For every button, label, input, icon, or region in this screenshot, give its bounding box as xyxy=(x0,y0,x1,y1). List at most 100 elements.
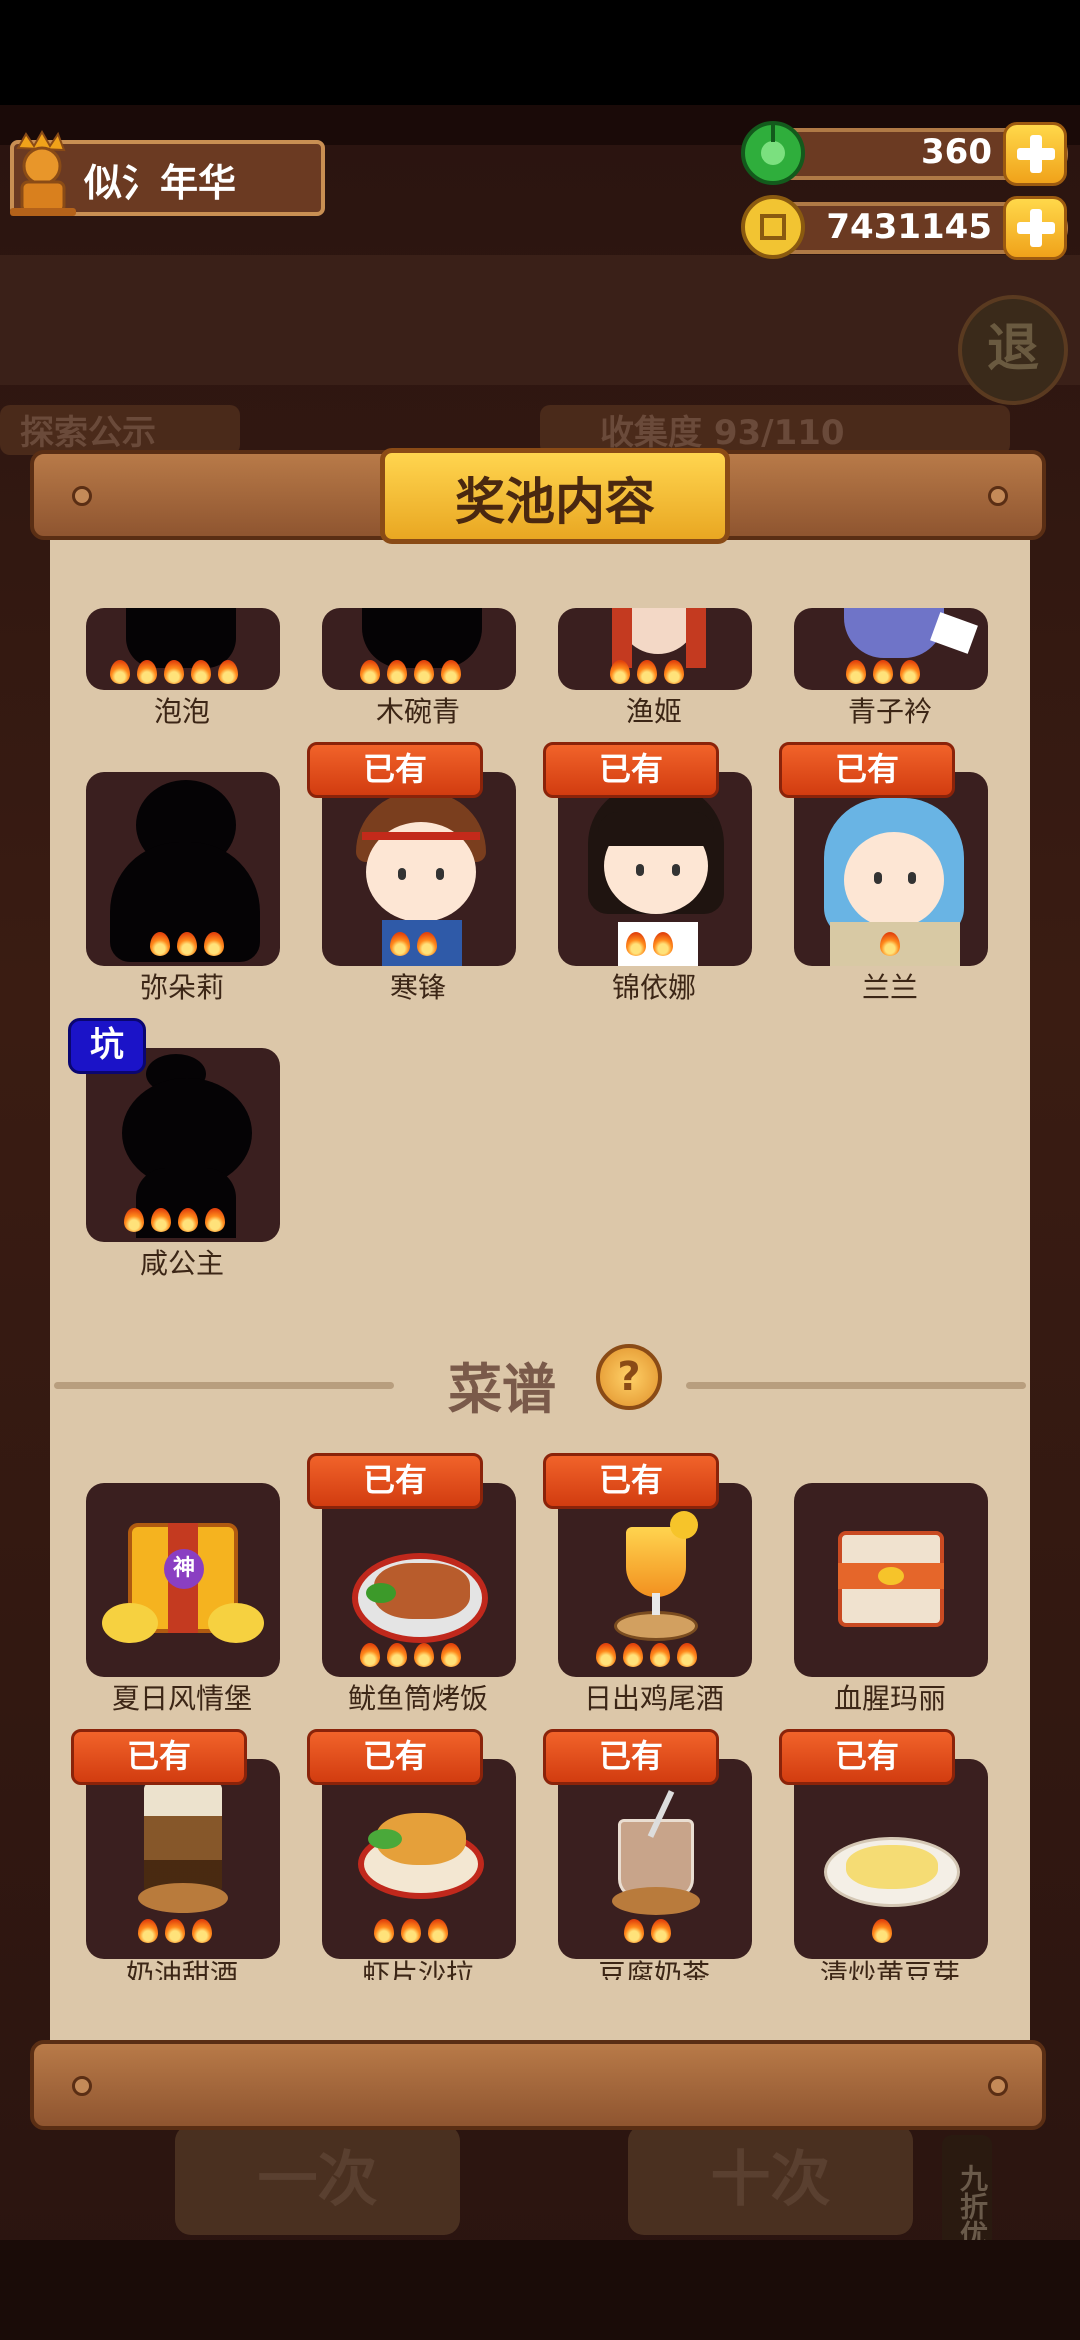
ten-draw-button[interactable]: 十次 xyxy=(628,2125,913,2235)
recipe-name: 鱿鱼筒烤饭 xyxy=(347,1682,488,1715)
player-name: 似氵年华 xyxy=(84,161,237,205)
jade-icon xyxy=(738,118,808,188)
recipe-card[interactable] xyxy=(558,1483,752,1677)
flame-icon xyxy=(399,1915,424,1945)
flame-icon xyxy=(136,1915,161,1945)
player-avatar-icon[interactable] xyxy=(4,128,82,218)
coin-count: 7431145 xyxy=(826,207,992,247)
flame-icon xyxy=(385,656,410,686)
character-card[interactable] xyxy=(558,608,752,690)
flame-icon xyxy=(648,1639,673,1669)
flame-icon xyxy=(372,1915,397,1945)
owned-badge: 已有 xyxy=(71,1729,247,1785)
nail-icon xyxy=(988,2076,1008,2096)
dialog-title: 奖池内容 xyxy=(455,473,655,531)
nail-icon xyxy=(72,486,92,506)
character-name: 兰兰 xyxy=(861,971,918,1004)
flame-icon xyxy=(148,928,173,958)
recipe-card[interactable] xyxy=(794,1483,988,1677)
flame-icon xyxy=(108,656,133,686)
flame-icon xyxy=(388,928,413,958)
character-card[interactable] xyxy=(86,608,280,690)
owned-badge: 已有 xyxy=(543,742,719,798)
owned-badge: 已有 xyxy=(307,1729,483,1785)
character-card[interactable] xyxy=(322,608,516,690)
character-card[interactable] xyxy=(322,772,516,966)
flame-icon xyxy=(385,1639,410,1669)
flame-icon xyxy=(412,1639,437,1669)
prize-pool-dialog: 泡泡 木碗青 渔姬 青子衿 弥朵莉 已有 寒锋 已有 锦依娜 已有 兰兰 坑 咸… xyxy=(50,540,1030,2060)
flame-icon xyxy=(358,656,383,686)
flame-icon xyxy=(190,1915,215,1945)
add-coins-button[interactable] xyxy=(1003,196,1067,260)
bottom-strip xyxy=(0,2240,1080,2340)
recipe-name: 血腥玛丽 xyxy=(833,1682,946,1715)
flame-icon xyxy=(358,1639,383,1669)
single-draw-button[interactable]: 一次 xyxy=(175,2125,460,2235)
flame-icon xyxy=(439,656,464,686)
character-card[interactable] xyxy=(794,608,988,690)
nail-icon xyxy=(988,486,1008,506)
coin-icon xyxy=(738,192,808,262)
character-card[interactable] xyxy=(794,772,988,966)
help-button[interactable]: ? xyxy=(596,1344,662,1410)
background-tab-left: 探索公示 xyxy=(0,405,240,455)
owned-badge: 已有 xyxy=(543,1453,719,1509)
divine-badge: 神 xyxy=(164,1549,204,1589)
flame-icon xyxy=(163,1915,188,1945)
recipe-card[interactable]: 神 xyxy=(86,1483,280,1677)
owned-badge: 已有 xyxy=(307,1453,483,1509)
character-name: 泡泡 xyxy=(153,695,210,728)
flame-icon xyxy=(649,1915,674,1945)
flame-icon xyxy=(878,928,903,958)
flame-icon xyxy=(662,656,687,686)
flame-icon xyxy=(898,656,923,686)
flame-icon xyxy=(162,656,187,686)
nail-icon xyxy=(72,2076,92,2096)
flame-icon xyxy=(594,1639,619,1669)
add-jade-button[interactable] xyxy=(1003,122,1067,186)
flame-icon xyxy=(426,1915,451,1945)
flame-icon xyxy=(624,928,649,958)
owned-badge: 已有 xyxy=(779,742,955,798)
flame-icon xyxy=(189,656,214,686)
flame-icon xyxy=(651,928,676,958)
flame-icon xyxy=(175,928,200,958)
recipes-section-title: 菜谱 xyxy=(448,1358,556,1421)
flame-icon xyxy=(412,656,437,686)
flame-icon xyxy=(635,656,660,686)
flame-icon xyxy=(621,1639,646,1669)
character-name: 渔姬 xyxy=(625,695,682,728)
exit-button[interactable]: 退 xyxy=(958,295,1068,405)
character-card[interactable] xyxy=(558,772,752,966)
flame-icon xyxy=(439,1639,464,1669)
character-card[interactable] xyxy=(86,772,280,966)
flame-icon xyxy=(608,656,633,686)
recipe-name: 日出鸡尾酒 xyxy=(583,1682,724,1715)
recipe-card[interactable] xyxy=(794,1759,988,1959)
character-name: 木碗青 xyxy=(375,695,460,728)
character-name: 咸公主 xyxy=(139,1247,224,1280)
pit-badge: 坑 xyxy=(68,1018,146,1074)
character-card[interactable] xyxy=(86,1048,280,1242)
flame-icon xyxy=(149,1204,174,1234)
owned-badge: 已有 xyxy=(307,742,483,798)
character-name: 锦依娜 xyxy=(611,971,696,1004)
dialog-footer-bar xyxy=(30,2040,1046,2130)
flame-icon xyxy=(203,1204,228,1234)
flame-icon xyxy=(844,656,869,686)
flame-icon xyxy=(122,1204,147,1234)
recipe-name: 夏日风情堡 xyxy=(111,1682,252,1715)
flame-icon xyxy=(675,1639,700,1669)
jade-count: 360 xyxy=(921,132,992,172)
owned-badge: 已有 xyxy=(779,1729,955,1785)
recipe-card[interactable] xyxy=(322,1483,516,1677)
flame-icon xyxy=(202,928,227,958)
character-name: 青子衿 xyxy=(847,695,932,728)
flame-icon xyxy=(216,656,241,686)
recipe-card[interactable] xyxy=(558,1759,752,1959)
recipe-card[interactable] xyxy=(322,1759,516,1959)
flame-icon xyxy=(622,1915,647,1945)
flame-icon xyxy=(415,928,440,958)
recipe-card[interactable] xyxy=(86,1759,280,1959)
